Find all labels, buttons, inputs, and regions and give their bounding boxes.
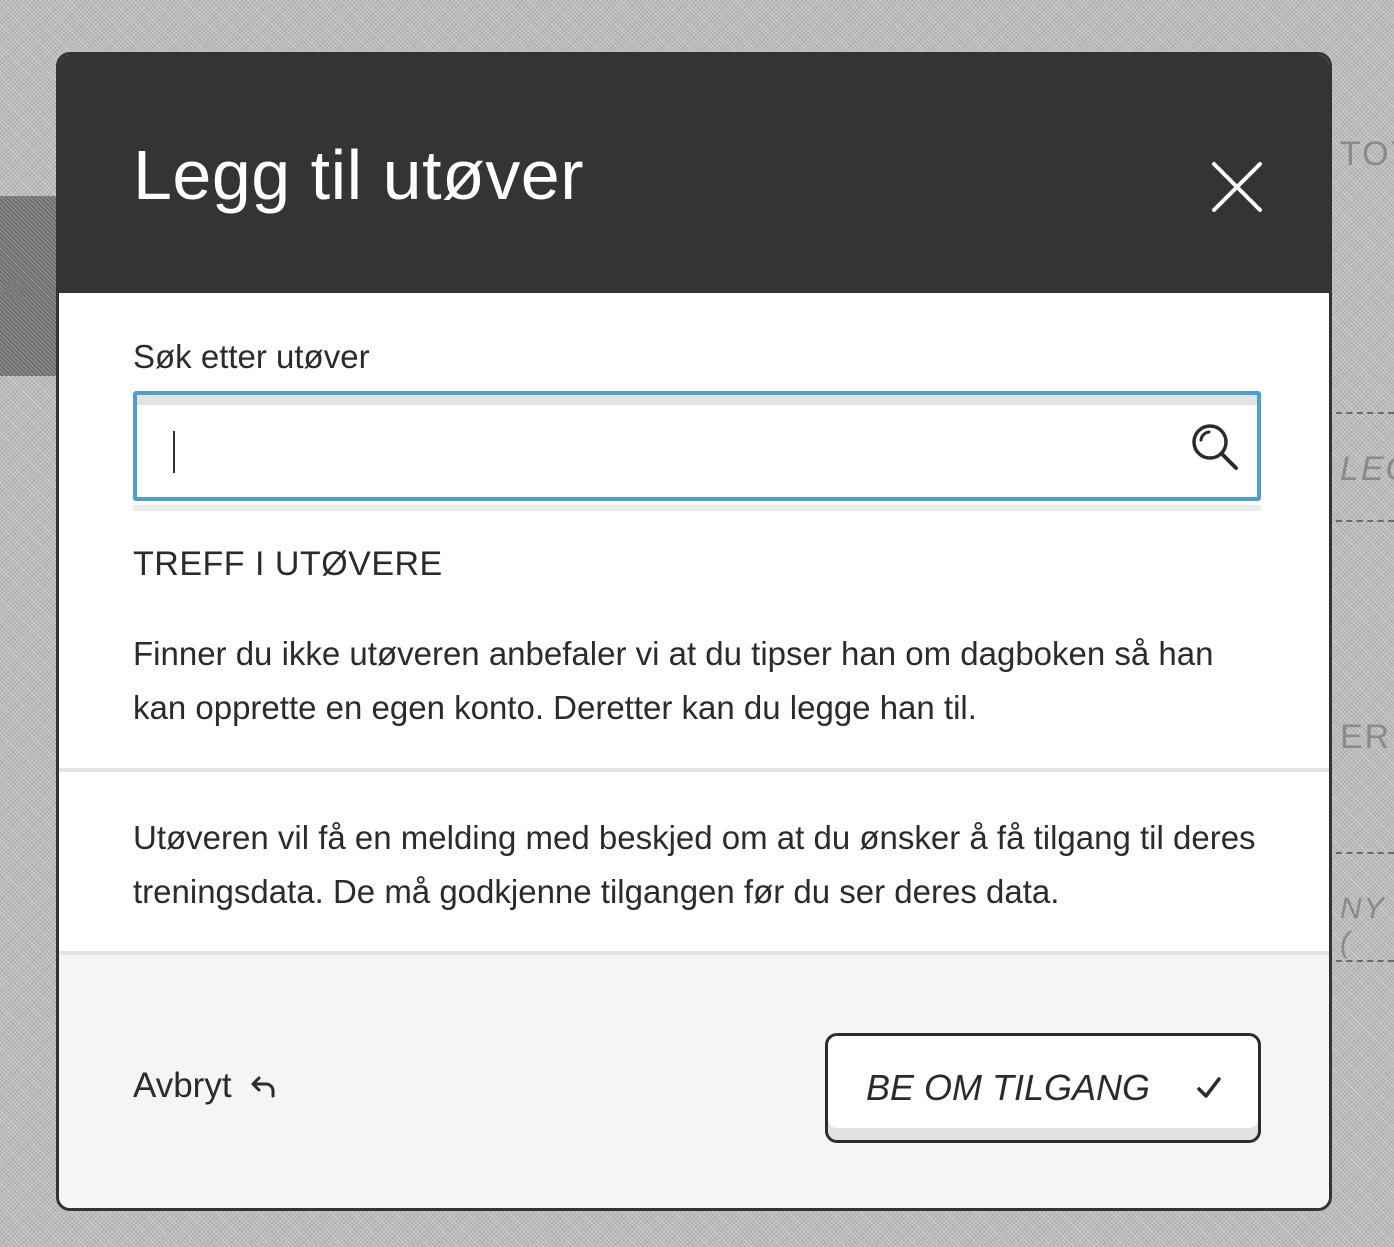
background-divider <box>1336 520 1394 522</box>
request-access-label: BE OM TILGANG <box>866 1067 1151 1108</box>
background-divider <box>1336 960 1394 962</box>
search-button[interactable] <box>1189 421 1241 473</box>
background-text-fragment: e <box>4 265 29 309</box>
dialog-title: Legg til utøver <box>133 136 585 214</box>
dialog-footer: Avbryt BE OM TILGANG <box>59 951 1329 1208</box>
search-field[interactable] <box>133 391 1261 501</box>
request-access-button[interactable]: BE OM TILGANG <box>825 1033 1261 1143</box>
background-text-fragment: ER <box>1340 718 1392 756</box>
background-text-fragment: NY ( <box>1340 892 1386 959</box>
cancel-button[interactable]: Avbryt <box>133 1065 278 1107</box>
section-divider <box>59 768 1329 772</box>
close-button[interactable] <box>1209 159 1265 215</box>
info-text: Finner du ikke utøveren anbefaler vi at … <box>133 635 1214 726</box>
checkmark-icon <box>1197 1077 1221 1098</box>
notice-text: Utøveren vil få en melding med beskjed o… <box>133 819 1256 910</box>
dialog-header: Legg til utøver <box>59 55 1329 293</box>
background-divider <box>1336 852 1394 854</box>
search-input[interactable] <box>167 411 1153 485</box>
search-results-bar <box>133 505 1261 511</box>
background-text-fragment: TOY <box>1340 135 1394 173</box>
background-divider <box>1336 412 1394 414</box>
search-icon <box>1192 424 1238 470</box>
text-caret <box>173 431 175 473</box>
add-athlete-dialog: Legg til utøver Søk etter utøver TREFF I… <box>56 52 1332 1211</box>
cancel-label: Avbryt <box>133 1066 232 1105</box>
close-icon <box>1212 162 1262 212</box>
results-heading: TREFF I UTØVERE <box>133 545 443 583</box>
background-text-fragment: LEG <box>1340 450 1394 488</box>
undo-arrow-icon <box>251 1076 275 1098</box>
search-label: Søk etter utøver <box>133 338 370 375</box>
